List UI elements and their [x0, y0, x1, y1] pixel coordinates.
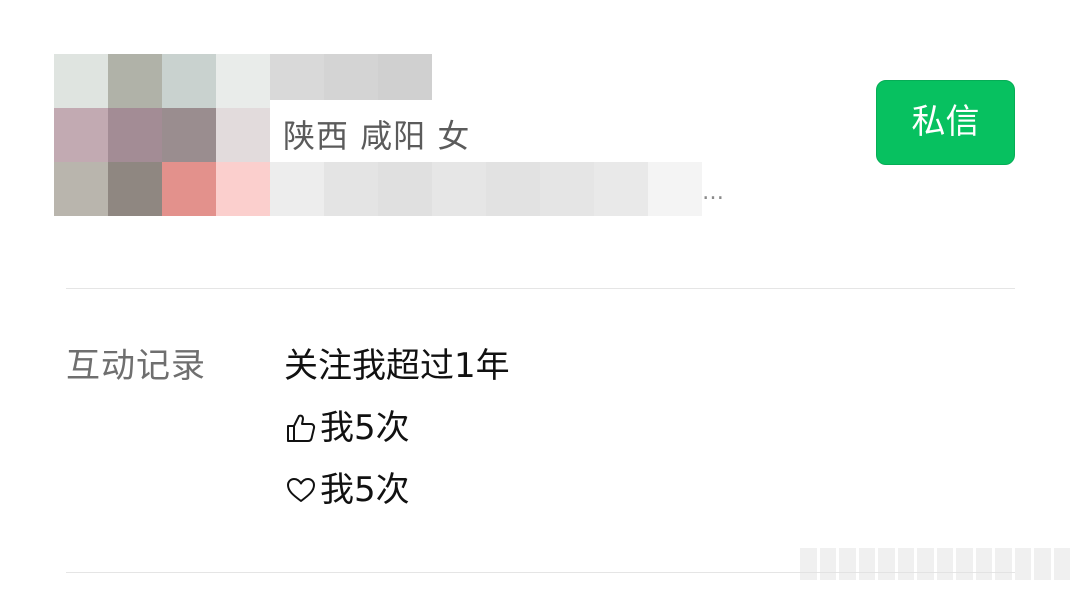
mosaic-cell [216, 108, 270, 162]
signature-ellipsis: … [702, 180, 726, 205]
mosaic-cell [648, 162, 702, 216]
watermark-block [1014, 548, 1031, 580]
mosaic-cell [324, 54, 378, 100]
watermark-block [917, 548, 934, 580]
mosaic-cell [216, 54, 270, 108]
mosaic-cell [54, 162, 108, 216]
mosaic-cell [324, 162, 378, 216]
watermark-block [800, 548, 817, 580]
follow-duration-text: 关注我超过1年 [284, 346, 510, 386]
watermark [800, 548, 1070, 580]
mosaic-cell [108, 54, 162, 108]
favorite-count-text: 我5次 [320, 470, 410, 510]
watermark-block [956, 548, 973, 580]
thumbs-up-icon [284, 411, 318, 445]
mosaic-cell [216, 162, 270, 216]
mosaic-cell [378, 54, 432, 100]
mosaic-cell [270, 162, 324, 216]
watermark-block [858, 548, 875, 580]
like-count-text: 我5次 [320, 408, 410, 448]
heart-icon [284, 473, 318, 507]
follow-duration-row: 关注我超过1年 [284, 346, 510, 386]
mosaic-cell [108, 108, 162, 162]
watermark-block [1053, 548, 1070, 580]
avatar[interactable] [54, 54, 270, 216]
mosaic-cell [54, 108, 108, 162]
nickname-redacted [270, 54, 432, 100]
like-count-row: 我5次 [284, 408, 410, 448]
watermark-block [878, 548, 895, 580]
location-gender-text: 陕西 咸阳 女 [283, 117, 471, 155]
mosaic-cell [162, 54, 216, 108]
divider [66, 288, 1015, 289]
watermark-block [975, 548, 992, 580]
mosaic-cell [378, 162, 432, 216]
mosaic-cell [162, 162, 216, 216]
watermark-block [995, 548, 1012, 580]
watermark-block [819, 548, 836, 580]
signature-redacted [270, 162, 702, 216]
mosaic-cell [486, 162, 540, 216]
mosaic-cell [540, 162, 594, 216]
mosaic-cell [54, 54, 108, 108]
mosaic-cell [108, 162, 162, 216]
mosaic-cell [432, 162, 486, 216]
watermark-block [936, 548, 953, 580]
message-button[interactable]: 私信 [876, 80, 1015, 165]
mosaic-cell [594, 162, 648, 216]
interaction-record-label: 互动记录 [66, 346, 206, 386]
favorite-count-row: 我5次 [284, 470, 410, 510]
watermark-block [839, 548, 856, 580]
mosaic-cell [162, 108, 216, 162]
watermark-block [897, 548, 914, 580]
mosaic-cell [270, 54, 324, 100]
watermark-block [1034, 548, 1051, 580]
